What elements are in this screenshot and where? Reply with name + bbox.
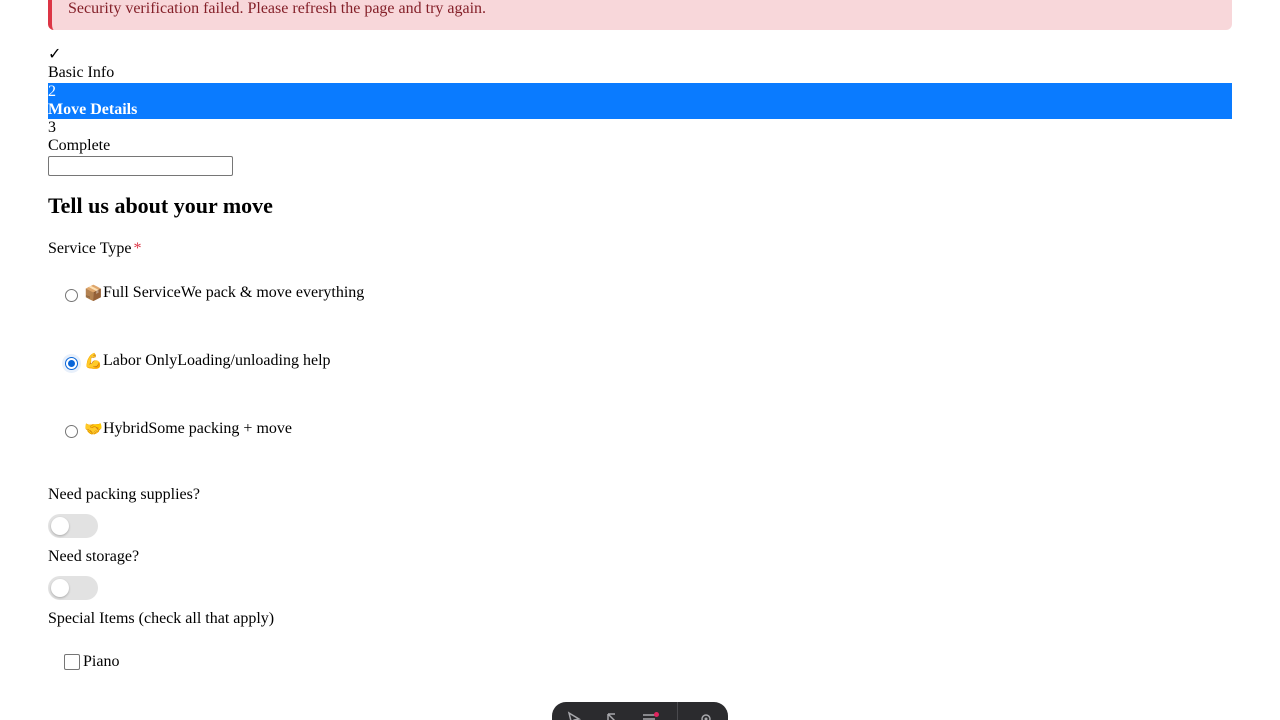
service-option-description: Some packing + move — [148, 420, 292, 437]
piano-checkbox[interactable] — [64, 654, 80, 670]
flexed-biceps-icon: 💪 — [84, 352, 103, 370]
alert-message: Security verification failed. Please ref… — [68, 0, 487, 17]
service-type-label-text: Service Type — [48, 240, 132, 257]
packing-supplies-toggle[interactable] — [48, 514, 98, 538]
storage-toggle[interactable] — [48, 576, 98, 600]
cursor-icon[interactable] — [602, 710, 622, 720]
inspector-icon[interactable] — [564, 710, 584, 720]
storage-label: Need storage? — [48, 548, 140, 565]
step-number: ✓ — [48, 46, 62, 63]
form-title: Tell us about your move — [48, 193, 273, 218]
service-radio[interactable] — [65, 424, 78, 438]
settings-icon[interactable] — [696, 710, 716, 720]
service-option-description: Loading/unloading help — [177, 352, 331, 369]
error-alert: Security verification failed. Please ref… — [48, 0, 1232, 30]
toolbar-divider — [677, 702, 679, 720]
dev-toolbar — [552, 702, 728, 720]
service-option-description: We pack & move everything — [180, 284, 365, 301]
service-option-title: Hybrid — [103, 420, 149, 437]
required-marker: * — [133, 240, 142, 257]
step-complete: 3 Complete — [48, 119, 1232, 155]
step-basic-info: ✓ Basic Info — [48, 46, 1232, 82]
package-icon: 📦 — [84, 284, 103, 302]
page: Security verification failed. Please ref… — [0, 0, 1280, 720]
step-move-details: 2 Move Details — [48, 83, 1232, 119]
handshake-icon: 🤝 — [84, 420, 103, 438]
notification-dot — [654, 712, 660, 717]
service-option-full-service[interactable]: 📦 Full Service We pack & move everything — [62, 281, 364, 305]
packing-supplies-label: Need packing supplies? — [48, 486, 200, 503]
step-label: Move Details — [48, 101, 138, 118]
special-items-label: Special Items (check all that apply) — [48, 610, 275, 627]
toggle-knob — [51, 579, 69, 597]
step-number: 2 — [48, 83, 56, 100]
step-label: Complete — [48, 137, 111, 154]
menu-icon[interactable] — [640, 710, 660, 720]
step-number: 3 — [48, 119, 56, 136]
service-radio-selected[interactable] — [65, 356, 78, 370]
special-item-piano[interactable]: Piano — [64, 653, 119, 671]
toggle-knob — [51, 517, 69, 535]
service-option-hybrid[interactable]: 🤝 Hybrid Some packing + move — [62, 417, 292, 441]
special-item-label: Piano — [83, 653, 120, 670]
progress-bar-input[interactable] — [48, 156, 233, 176]
step-label: Basic Info — [48, 64, 115, 81]
service-option-labor-only[interactable]: 💪 Labor Only Loading/unloading help — [62, 349, 331, 373]
service-option-title: Labor Only — [103, 352, 178, 369]
service-radio[interactable] — [65, 288, 78, 302]
service-type-label: Service Type * — [48, 240, 141, 258]
service-option-title: Full Service — [103, 284, 181, 301]
